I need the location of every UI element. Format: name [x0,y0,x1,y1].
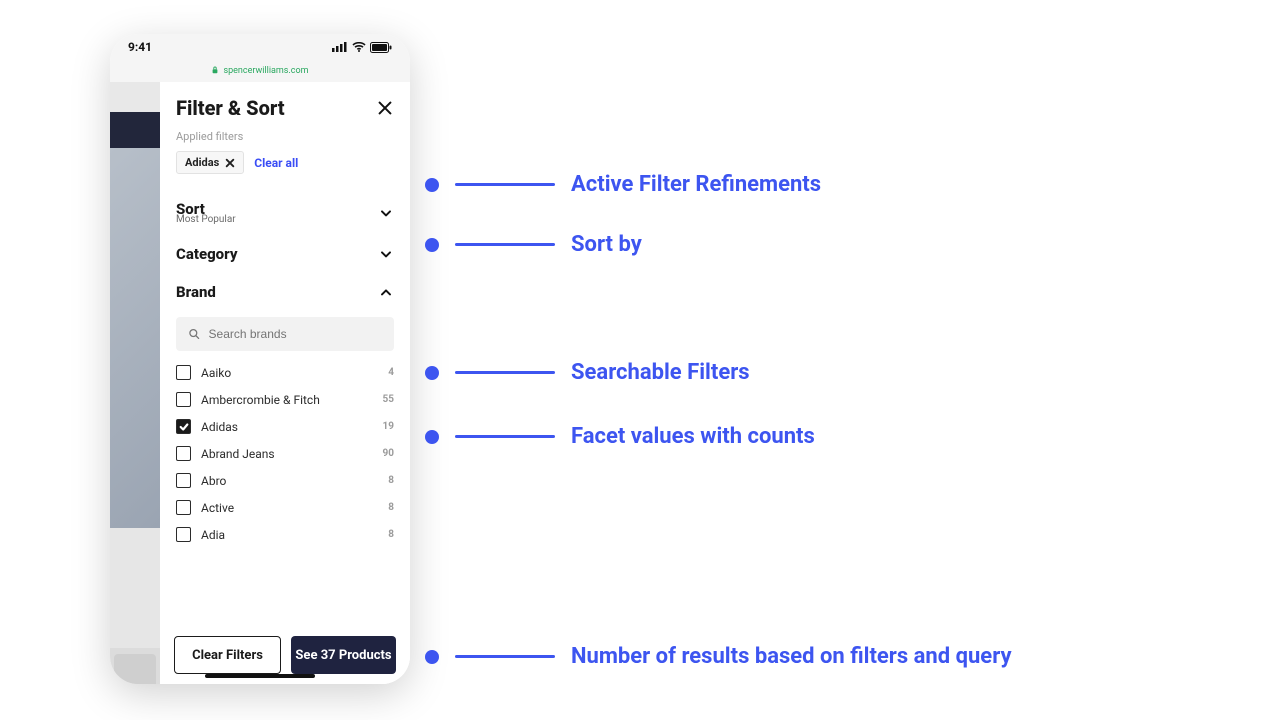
status-icons [332,42,392,53]
facet-item[interactable]: Abro 8 [176,473,394,488]
phone-mockup: 9:41 spencerwilliams.com Filte [110,34,410,684]
facet-label: Active [201,501,234,515]
facet-label: Adia [201,528,225,542]
chevron-up-icon [378,284,394,300]
battery-icon [370,42,392,53]
checkbox-icon[interactable] [176,527,191,542]
facet-count: 8 [388,475,394,486]
callout-sort-by: Sort by [425,232,642,257]
browser-url-bar[interactable]: spencerwilliams.com [110,60,410,82]
facet-item[interactable]: Active 8 [176,500,394,515]
checkbox-icon[interactable] [176,392,191,407]
filter-sort-panel: Filter & Sort Applied filters Adidas Cle… [160,82,410,684]
search-icon [188,327,201,341]
see-products-button[interactable]: See 37 Products [291,636,396,674]
applied-filter-chip[interactable]: Adidas [176,151,244,174]
brand-search[interactable] [176,317,394,351]
clear-all-link[interactable]: Clear all [254,156,298,170]
cellular-icon [332,42,348,52]
url-domain: spencerwilliams.com [223,66,308,76]
brand-title: Brand [176,283,216,301]
chevron-down-icon [378,205,394,221]
checkbox-icon[interactable] [176,473,191,488]
status-bar: 9:41 [110,34,410,60]
brand-search-input[interactable] [209,327,382,341]
wifi-icon [352,42,366,52]
facet-item[interactable]: Aaiko 4 [176,365,394,380]
facet-count: 90 [383,448,394,459]
sort-subtitle: Most Popular [176,214,236,225]
facet-item[interactable]: Abrand Jeans 90 [176,446,394,461]
close-icon[interactable] [376,99,394,117]
lock-icon [211,66,219,76]
status-time: 9:41 [128,40,152,54]
chevron-down-icon [378,246,394,262]
facet-count: 55 [383,394,394,405]
chip-label: Adidas [185,156,219,169]
checkbox-icon[interactable] [176,446,191,461]
callout-result-count: Number of results based on filters and q… [425,644,1012,669]
home-indicator [205,674,315,678]
facet-item[interactable]: Ambercrombie & Fitch 55 [176,392,394,407]
facet-label: Ambercrombie & Fitch [201,393,320,407]
facet-item[interactable]: Adidas 19 [176,419,394,434]
clear-filters-button[interactable]: Clear Filters [174,636,281,674]
facet-label: Abro [201,474,226,488]
facet-label: Abrand Jeans [201,447,275,461]
facet-count: 8 [388,529,394,540]
category-title: Category [176,245,238,263]
page-backdrop [110,82,160,684]
brand-accordion[interactable]: Brand [176,273,394,311]
facet-label: Adidas [201,420,238,434]
facet-item[interactable]: Adia 8 [176,527,394,542]
facet-count: 8 [388,502,394,513]
panel-title: Filter & Sort [176,96,285,120]
chip-remove-icon[interactable] [225,158,235,168]
sort-accordion[interactable]: Sort Most Popular [176,190,394,235]
callout-active-refinements: Active Filter Refinements [425,172,821,197]
checkbox-icon[interactable] [176,419,191,434]
facet-label: Aaiko [201,366,231,380]
category-accordion[interactable]: Category [176,235,394,273]
applied-filters-label: Applied filters [176,130,394,143]
callout-searchable-filters: Searchable Filters [425,360,750,385]
checkbox-icon[interactable] [176,365,191,380]
checkbox-icon[interactable] [176,500,191,515]
facet-count: 19 [383,421,394,432]
callout-facet-values: Facet values with counts [425,424,815,449]
brand-facet-list: Aaiko 4 Ambercrombie & Fitch 55 Adidas 19 Abra… [176,365,394,552]
facet-count: 4 [388,367,394,378]
